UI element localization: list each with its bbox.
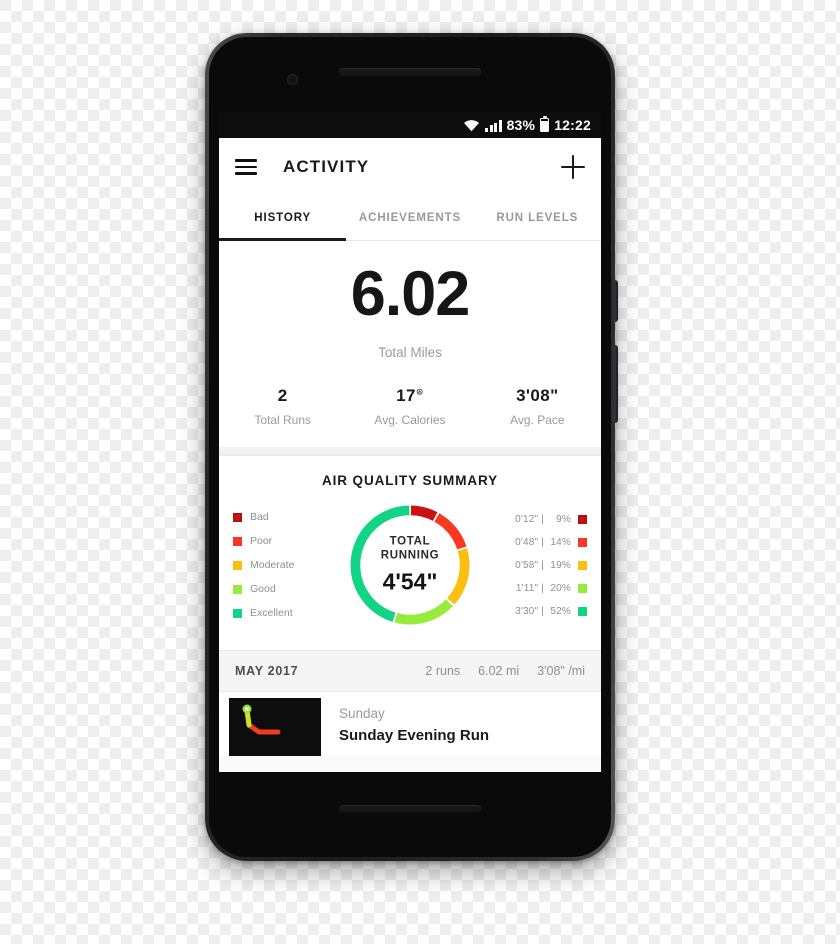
value-text-moderate: 0'58" | 19% [515,559,571,571]
legend-label-good: Good [250,583,276,595]
wifi-icon [464,119,480,131]
legend-label-moderate: Moderate [250,559,295,571]
card-divider [219,447,601,456]
legend-item-poor: Poor [233,535,325,547]
value-text-poor: 0'48" | 14% [515,536,571,548]
run-list: Sunday Sunday Evening Run [219,692,601,756]
value-percent-excellent: 52% [550,605,571,617]
route-map-thumbnail[interactable] [229,698,321,756]
calories-symbol-icon: ⊛ [415,386,424,397]
value-percent-good: 20% [550,582,571,594]
stat-avg-calories: 17⊛ Avg. Calories [346,386,473,427]
power-button[interactable] [614,280,618,322]
total-miles-label: Total Miles [378,345,442,360]
air-quality-values: 0'12" | 9% 0'48" | 14% 0'58" | 19% 1'11"… [495,514,587,617]
value-text-excellent: 3'30" | 52% [515,605,571,617]
earpiece-speaker [339,68,481,75]
signal-bars-icon [485,119,502,132]
stat-total-runs: 2 Total Runs [219,386,346,427]
month-stat-runs: 2 runs [425,664,461,678]
value-percent-bad: 9% [556,513,571,525]
stats-row: 2 Total Runs 17⊛ Avg. Calories 3'08" Avg… [219,386,601,427]
month-header: MAY 2017 2 runs 6.02 mi 3'08" /mi [219,650,601,692]
battery-icon [540,118,550,132]
value-percent-poor: 14% [550,536,571,548]
air-quality-title: AIR QUALITY SUMMARY [321,473,499,488]
legend-swatch-good [233,584,242,594]
stat-avg-calories-label: Avg. Calories [374,413,446,427]
clock-label: 12:22 [554,117,591,133]
air-quality-card: AIR QUALITY SUMMARY Bad Poor Moderate Go… [219,456,601,650]
month-stats: 2 runs 6.02 mi 3'08" /mi [425,664,585,678]
total-miles-value: 6.02 [350,259,471,329]
value-percent-moderate: 19% [550,559,571,571]
tab-bar: HISTORY ACHIEVEMENTS RUN LEVELS [219,196,601,241]
legend-item-excellent: Excellent [233,607,325,619]
legend-item-good: Good [233,583,325,595]
legend-label-poor: Poor [250,535,273,547]
bottom-speaker-grille [339,805,481,812]
air-quality-body: Bad Poor Moderate Good Excellent TOTAL R… [219,500,601,630]
front-camera [287,74,298,85]
page-title: ACTIVITY [283,157,370,176]
app-bar: ACTIVITY [219,138,601,196]
value-time-bad: 0'12" [515,513,539,525]
phone-body: 83% 12:22 ACTIVITY HISTORY ACHIEVEMENTS … [209,37,611,857]
run-name-label: Sunday Evening Run [339,727,490,744]
stat-avg-calories-value: 17⊛ [346,386,473,406]
value-swatch-poor [578,537,587,547]
plus-icon[interactable] [561,155,585,179]
legend-label-excellent: Excellent [250,607,293,619]
stat-total-runs-label: Total Runs [254,413,312,427]
value-swatch-moderate [578,560,587,570]
air-quality-donut-chart [350,505,470,625]
value-time-moderate: 0'58" [515,559,539,571]
phone-device-frame: 83% 12:22 ACTIVITY HISTORY ACHIEVEMENTS … [205,33,618,861]
donut-chart-wrap: TOTAL RUNNING 4'54" [325,500,495,630]
value-swatch-excellent [578,606,587,616]
stat-avg-pace: 3'08" Avg. Pace [474,386,601,427]
content-scroll-area[interactable]: 6.02 Total Miles 2 Total Runs 17⊛ Avg. C… [219,241,601,756]
legend-label-bad: Bad [250,511,269,523]
stat-avg-pace-value: 3'08" [516,386,559,405]
tab-history[interactable]: HISTORY [219,196,347,241]
stat-total-runs-value: 2 [277,386,288,405]
stat-avg-pace-label: Avg. Pace [510,413,565,427]
battery-percent-label: 83% [506,117,536,133]
air-quality-legend: Bad Poor Moderate Good Excellent [233,511,325,619]
value-item-excellent: 3'30" | 52% [515,606,587,617]
month-stat-distance: 6.02 mi [478,664,520,678]
value-item-poor: 0'48" | 14% [515,537,587,548]
stat-avg-calories-number: 17 [396,386,416,405]
value-text-good: 1'11" | 20% [515,582,571,594]
legend-swatch-bad [233,512,242,522]
run-day-label: Sunday [339,706,385,721]
legend-item-moderate: Moderate [233,559,325,571]
month-label: MAY 2017 [235,664,299,678]
route-path-icon [242,704,281,735]
value-swatch-bad [578,514,587,524]
tab-achievements[interactable]: ACHIEVEMENTS [346,196,473,240]
value-time-excellent: 3'30" [515,605,539,617]
tab-run-levels[interactable]: RUN LEVELS [474,196,601,240]
value-item-good: 1'11" | 20% [516,583,587,594]
value-time-good: 1'11" [515,582,539,594]
legend-swatch-poor [233,536,242,546]
run-info: Sunday Sunday Evening Run [321,692,601,756]
run-list-item[interactable]: Sunday Sunday Evening Run [219,692,601,756]
value-item-moderate: 0'58" | 19% [515,560,587,571]
hamburger-menu-icon[interactable] [235,159,257,175]
value-item-bad: 0'12" | 9% [515,514,587,525]
legend-swatch-moderate [233,560,242,570]
value-time-poor: 0'48" [515,536,539,548]
phone-screen: 83% 12:22 ACTIVITY HISTORY ACHIEVEMENTS … [219,112,601,772]
volume-button[interactable] [614,345,618,423]
legend-swatch-excellent [233,608,242,618]
month-stat-pace: 3'08" /mi [537,664,585,678]
value-swatch-good [578,583,587,593]
summary-card: 6.02 Total Miles 2 Total Runs 17⊛ Avg. C… [219,241,601,447]
legend-item-bad: Bad [233,511,325,523]
status-bar: 83% 12:22 [219,112,601,138]
value-text-bad: 0'12" | 9% [515,513,571,525]
